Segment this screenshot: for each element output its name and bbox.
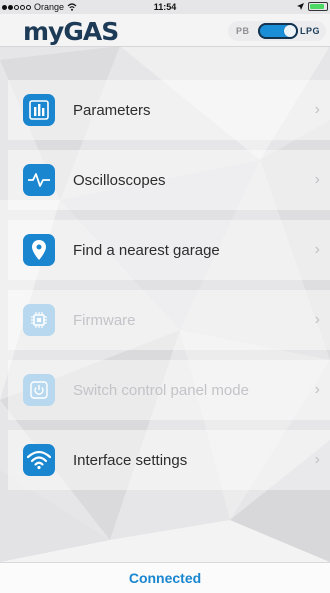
fuel-option-pb[interactable]: PB [236, 26, 250, 36]
app-header: myGAS PB LPG [0, 14, 330, 47]
menu-item-oscilloscopes[interactable]: Oscilloscopes › [8, 150, 330, 210]
chevron-right-icon: › [314, 311, 320, 328]
connection-status: Connected [128, 570, 202, 586]
status-bar: Orange 11:54 [0, 0, 330, 14]
menu-item-parameters[interactable]: Parameters › [8, 80, 330, 140]
chevron-right-icon: › [314, 381, 320, 398]
chevron-right-icon: › [314, 171, 320, 188]
chevron-right-icon: › [314, 101, 320, 118]
chevron-right-icon: › [314, 241, 320, 258]
switch-knob [284, 25, 296, 37]
menu-item-label: Firmware [73, 311, 136, 329]
menu-item-label: Interface settings [73, 451, 188, 469]
logo-text: myGAS [23, 17, 119, 46]
menu-item-switch-panel-mode: Switch control panel mode › [8, 360, 330, 420]
menu-item-interface-settings[interactable]: Interface settings › [8, 430, 330, 490]
menu-item-firmware: Firmware › [8, 290, 330, 350]
location-pin-icon [23, 234, 55, 266]
chevron-right-icon: › [314, 451, 320, 468]
power-icon [23, 374, 55, 406]
fuel-switch[interactable] [258, 23, 298, 39]
fuel-type-toggle[interactable]: PB LPG [228, 21, 326, 41]
status-right [297, 2, 328, 11]
chip-icon [23, 304, 55, 336]
connection-footer: Connected [0, 562, 330, 593]
menu-item-label: Find a nearest garage [73, 241, 220, 259]
pulse-wave-icon [23, 164, 55, 196]
menu-item-label: Parameters [73, 101, 151, 119]
menu-item-label: Oscilloscopes [73, 171, 166, 189]
menu-item-label: Switch control panel mode [73, 381, 249, 399]
app-logo: myGAS [23, 17, 119, 46]
menu-item-find-garage[interactable]: Find a nearest garage › [8, 220, 330, 280]
battery-icon [308, 2, 328, 11]
bar-chart-icon [23, 94, 55, 126]
location-arrow-icon [297, 3, 304, 10]
fuel-option-lpg[interactable]: LPG [300, 26, 320, 36]
status-time: 11:54 [153, 2, 177, 12]
wifi-icon [23, 444, 55, 476]
